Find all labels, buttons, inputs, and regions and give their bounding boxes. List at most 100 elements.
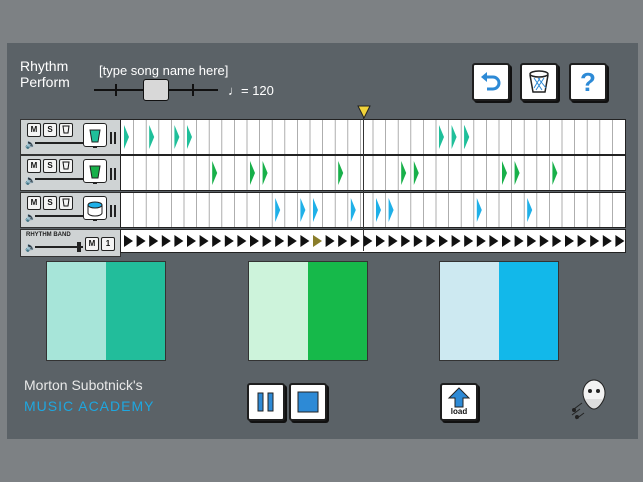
note-mark[interactable]: [476, 198, 482, 222]
drum-icon: [87, 201, 103, 217]
track-3-solo-button[interactable]: S: [43, 196, 57, 210]
beat-mark: [149, 235, 159, 247]
note-mark[interactable]: [124, 125, 129, 149]
undo-arrow-icon: [481, 72, 501, 91]
note-mark[interactable]: [262, 161, 268, 185]
track-1-instrument-button[interactable]: [83, 123, 107, 147]
note-mark[interactable]: [350, 198, 356, 222]
beat-mark: [313, 235, 322, 247]
pad-left[interactable]: [47, 262, 106, 360]
cup-icon: [89, 129, 101, 143]
beat-mark: [136, 235, 146, 247]
note-mark[interactable]: [275, 198, 281, 222]
note-mark[interactable]: [313, 198, 318, 222]
rhythm-band-volume-slider[interactable]: [35, 246, 83, 248]
trash-icon: [62, 161, 70, 170]
beat-mark: [212, 235, 222, 247]
track-2-solo-button[interactable]: S: [43, 159, 57, 173]
app-title-line1: Rhythm: [20, 58, 69, 74]
pad-left[interactable]: [249, 262, 308, 360]
track-1-solo-button[interactable]: S: [43, 123, 57, 137]
song-name-field[interactable]: [type song name here]: [99, 63, 228, 78]
track-3-pad[interactable]: [439, 261, 559, 361]
track-1-sequencer[interactable]: [120, 119, 626, 155]
cup-icon: [89, 165, 101, 179]
note-mark[interactable]: [464, 125, 470, 149]
track-1-pad[interactable]: [46, 261, 166, 361]
note-mark[interactable]: [413, 161, 419, 185]
note-mark[interactable]: [149, 125, 155, 149]
track-1-mute-button[interactable]: M: [27, 123, 41, 137]
note-mark[interactable]: [338, 161, 344, 185]
beat-mark: [262, 235, 272, 247]
pad-left[interactable]: [440, 262, 499, 360]
beat-mark: [338, 235, 348, 247]
help-button[interactable]: ?: [569, 63, 607, 101]
beat-mark: [464, 235, 474, 247]
beat-mark: [502, 235, 511, 247]
track-3-instrument-button[interactable]: [83, 196, 107, 220]
rhythm-band-sequencer[interactable]: [120, 229, 626, 253]
note-mark[interactable]: [502, 161, 507, 185]
note-mark[interactable]: [388, 198, 394, 222]
note-mark[interactable]: [401, 161, 407, 185]
pad-right[interactable]: [106, 262, 165, 360]
trash-button[interactable]: [520, 63, 558, 101]
note-mark[interactable]: [250, 161, 255, 185]
note-mark[interactable]: [212, 161, 218, 185]
beat-mark: [565, 235, 574, 247]
volume-icon: 🔈: [25, 139, 37, 149]
beat-mark: [577, 235, 587, 247]
track-3-sequencer[interactable]: [120, 192, 626, 228]
track-3-clear-button[interactable]: [59, 196, 73, 210]
rhythm-band-volume-knob[interactable]: [77, 242, 81, 252]
beat-mark: [237, 235, 247, 247]
beat-mark: [224, 235, 234, 247]
track-2-mute-button[interactable]: M: [27, 159, 41, 173]
beat-mark: [602, 235, 612, 247]
tempo-readout: ♩= 120: [228, 83, 274, 98]
load-button[interactable]: load: [440, 383, 478, 421]
track-1-clear-button[interactable]: [59, 123, 73, 137]
track-2-bar-marker: [114, 168, 116, 180]
note-mark[interactable]: [376, 198, 381, 222]
tempo-slider-tick: [115, 84, 117, 96]
beat-mark: [439, 235, 448, 247]
trash-basket-icon: [529, 70, 549, 93]
stop-button[interactable]: [289, 383, 327, 421]
beat-mark: [527, 235, 537, 247]
track-3-mute-button[interactable]: M: [27, 196, 41, 210]
note-mark[interactable]: [300, 198, 306, 222]
pad-right[interactable]: [499, 262, 558, 360]
track-2-sequencer[interactable]: [120, 155, 626, 191]
rhythm-band-mute-button[interactable]: M: [85, 237, 99, 251]
track-1-bar-marker: [110, 132, 112, 144]
beat-mark: [350, 235, 360, 247]
note-mark[interactable]: [439, 125, 444, 149]
composer-character-icon[interactable]: [568, 375, 618, 423]
track-2-bar-marker: [110, 168, 112, 180]
note-mark[interactable]: [552, 161, 558, 185]
note-mark[interactable]: [187, 125, 192, 149]
beat-mark: [413, 235, 423, 247]
note-mark[interactable]: [451, 125, 457, 149]
pad-right[interactable]: [308, 262, 367, 360]
undo-button[interactable]: [472, 63, 510, 101]
pause-button[interactable]: [247, 383, 285, 421]
track-1-controls: M S 🔈: [20, 119, 121, 155]
track-2-pad[interactable]: [248, 261, 368, 361]
beat-mark: [187, 235, 196, 247]
note-mark[interactable]: [174, 125, 180, 149]
track-2-clear-button[interactable]: [59, 159, 73, 173]
beat-mark: [300, 235, 310, 247]
tempo-slider-tick: [192, 84, 194, 96]
beat-mark: [590, 235, 600, 247]
note-mark[interactable]: [527, 198, 533, 222]
rhythm-band-count-button[interactable]: 1: [101, 237, 115, 251]
track-2-instrument-button[interactable]: [83, 159, 107, 183]
playhead-marker-icon[interactable]: [357, 105, 371, 119]
beat-mark: [451, 235, 461, 247]
tempo-slider-thumb[interactable]: [143, 79, 169, 101]
volume-icon: 🔈: [25, 212, 37, 222]
note-mark[interactable]: [514, 161, 520, 185]
